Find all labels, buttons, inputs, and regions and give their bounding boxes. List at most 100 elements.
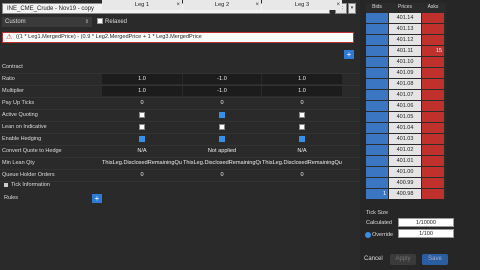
bid-cell[interactable]	[366, 112, 388, 122]
leg-cell[interactable]: 1.0	[262, 86, 342, 96]
override-radio[interactable]	[365, 232, 371, 238]
leg-checkbox[interactable]	[139, 135, 145, 142]
bid-cell[interactable]	[366, 24, 388, 34]
override-value-input[interactable]: 1/100	[398, 229, 454, 238]
ladder-row[interactable]: 401.13	[366, 24, 446, 34]
ask-cell[interactable]	[422, 123, 444, 133]
save-button[interactable]: Save	[422, 254, 448, 265]
ladder-row[interactable]: 401.06	[366, 101, 446, 111]
add-rule-button[interactable]: +	[92, 194, 102, 203]
leg-cell[interactable]: 0	[183, 170, 261, 180]
ask-cell[interactable]	[422, 68, 444, 78]
ladder-row[interactable]: 1 400.98	[366, 189, 446, 199]
pricing-mode-select[interactable]: Custom ⇕	[2, 17, 92, 27]
leg-header-2[interactable]: Leg 2 ×	[183, 0, 261, 10]
bid-cell[interactable]	[366, 46, 388, 56]
ladder-row[interactable]: 401.04	[366, 123, 446, 133]
bid-cell[interactable]	[366, 79, 388, 89]
bid-cell[interactable]	[366, 57, 388, 67]
cancel-button[interactable]: Cancel	[364, 256, 383, 262]
ask-cell[interactable]	[422, 189, 444, 199]
leg-cell[interactable]: N/A	[262, 146, 342, 156]
ladder-row[interactable]: 401.09	[366, 68, 446, 78]
leg-checkbox[interactable]	[299, 111, 305, 118]
ask-cell[interactable]	[422, 13, 444, 23]
ladder-row[interactable]: 401.12	[366, 35, 446, 45]
bid-cell[interactable]	[366, 178, 388, 188]
leg-cell[interactable]: 0	[262, 170, 342, 180]
leg-header-1[interactable]: Leg 1 ×	[102, 0, 182, 10]
leg-checkbox[interactable]	[219, 111, 225, 118]
ask-cell[interactable]	[422, 156, 444, 166]
relaxed-checkbox[interactable]	[97, 18, 103, 25]
leg-checkbox[interactable]	[219, 123, 225, 130]
bid-cell[interactable]	[366, 134, 388, 144]
bid-cell[interactable]	[366, 13, 388, 23]
leg-cell[interactable]: 0	[102, 170, 182, 180]
relaxed-toggle[interactable]: Relaxed	[97, 18, 127, 26]
ask-cell[interactable]	[422, 24, 444, 34]
leg-cell[interactable]: N/A	[102, 146, 182, 156]
ladder-row[interactable]: 401.03	[366, 134, 446, 144]
leg-cell[interactable]: ThisLeg.DisclosedRemainingQua	[183, 158, 261, 168]
bid-cell[interactable]	[366, 145, 388, 155]
chevron-down-icon[interactable]: ▾	[348, 3, 356, 14]
leg-checkbox[interactable]	[299, 123, 305, 130]
ladder-row[interactable]: 401.11 15	[366, 46, 446, 56]
leg-cell[interactable]: 1.0	[102, 86, 182, 96]
leg-cell[interactable]: 1.0	[102, 74, 182, 84]
leg-cell[interactable]	[183, 62, 261, 72]
bid-cell[interactable]	[366, 167, 388, 177]
ladder-row[interactable]: 401.10	[366, 57, 446, 67]
ask-cell[interactable]	[422, 145, 444, 155]
ladder-row[interactable]: 401.01	[366, 156, 446, 166]
leg-cell[interactable]: 0	[183, 98, 261, 108]
formula-input[interactable]: ⚠ ((1 * Leg1.MergedPrice) - (0.9 * Leg2.…	[2, 32, 354, 43]
ask-cell[interactable]	[422, 134, 444, 144]
leg-cell[interactable]: 0	[102, 98, 182, 108]
leg-header-3[interactable]: Leg 3 ×	[262, 0, 342, 10]
close-icon[interactable]: ×	[255, 0, 259, 10]
bid-cell[interactable]	[366, 35, 388, 45]
apply-button[interactable]: Apply	[390, 254, 416, 265]
ask-cell[interactable]	[422, 101, 444, 111]
ask-cell[interactable]	[422, 57, 444, 67]
ladder-row[interactable]: 401.07	[366, 90, 446, 100]
ask-cell[interactable]	[422, 79, 444, 89]
leg-cell[interactable]: Not applied	[183, 146, 261, 156]
leg-checkbox[interactable]	[139, 123, 145, 130]
leg-cell[interactable]: -1.0	[183, 86, 261, 96]
close-icon[interactable]: ×	[176, 0, 180, 10]
leg-cell[interactable]: -1.0	[183, 74, 261, 84]
leg-cell[interactable]: 1.0	[262, 74, 342, 84]
bid-cell[interactable]	[366, 101, 388, 111]
bid-cell[interactable]: 1	[366, 189, 388, 199]
tick-information-toggle[interactable]: Tick Information	[4, 180, 104, 190]
ladder-row[interactable]: 401.14	[366, 13, 446, 23]
ask-cell[interactable]	[422, 35, 444, 45]
bid-cell[interactable]	[366, 68, 388, 78]
leg-cell[interactable]: 0	[262, 98, 342, 108]
ask-cell[interactable]	[422, 90, 444, 100]
leg-cell[interactable]: ThisLeg.DisclosedRemainingQua	[102, 158, 182, 168]
bid-cell[interactable]	[366, 123, 388, 133]
add-leg-button[interactable]: +	[344, 50, 354, 59]
ladder-row[interactable]: 401.08	[366, 79, 446, 89]
close-icon[interactable]: ×	[336, 0, 340, 10]
ask-cell[interactable]: 15	[422, 46, 444, 56]
ladder-row[interactable]: 400.99	[366, 178, 446, 188]
ask-cell[interactable]	[422, 178, 444, 188]
ask-cell[interactable]	[422, 112, 444, 122]
leg-cell[interactable]	[102, 62, 182, 72]
bid-cell[interactable]	[366, 90, 388, 100]
leg-cell[interactable]	[262, 62, 342, 72]
ask-cell[interactable]	[422, 167, 444, 177]
bid-cell[interactable]	[366, 156, 388, 166]
leg-cell[interactable]: ThisLeg.DisclosedRemainingQua	[262, 158, 342, 168]
ladder-row[interactable]: 401.02	[366, 145, 446, 155]
leg-checkbox[interactable]	[299, 135, 305, 142]
ladder-row[interactable]: 401.00	[366, 167, 446, 177]
leg-checkbox[interactable]	[139, 111, 145, 118]
leg-checkbox[interactable]	[219, 135, 225, 142]
ladder-row[interactable]: 401.05	[366, 112, 446, 122]
